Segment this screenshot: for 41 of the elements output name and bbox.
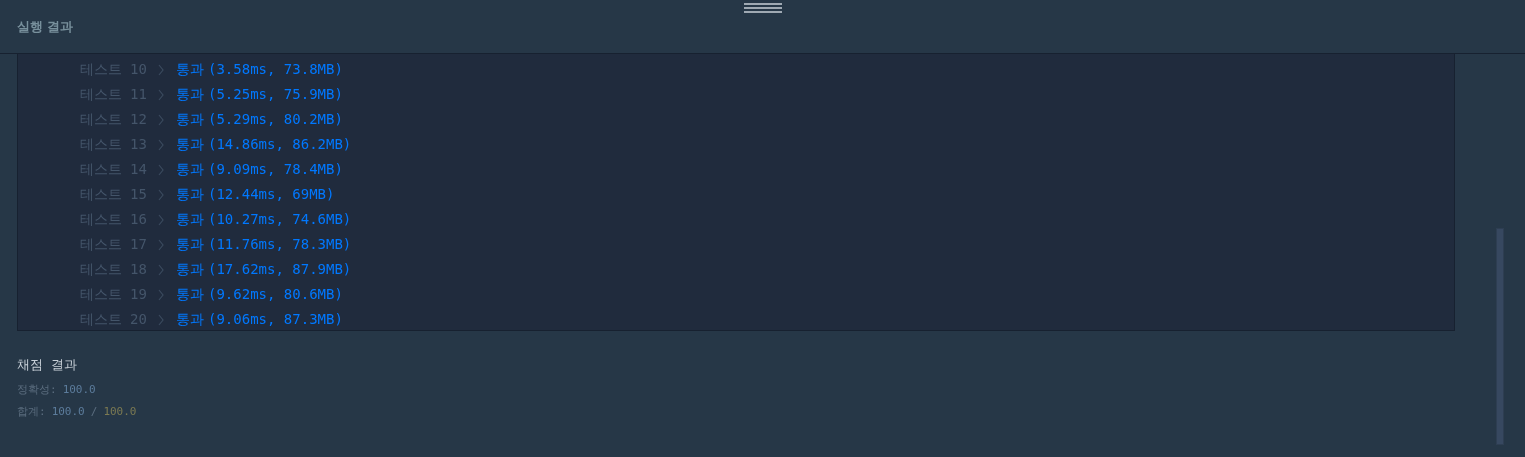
test-detail: (9.06ms, 87.3MB) xyxy=(208,310,343,329)
test-detail: (5.25ms, 75.9MB) xyxy=(208,85,343,104)
test-detail: (10.27ms, 74.6MB) xyxy=(208,210,352,229)
test-result: 통과 xyxy=(176,110,204,129)
chevron-icon xyxy=(158,113,164,126)
test-result: 통과 xyxy=(176,160,204,179)
test-result: 통과 xyxy=(176,135,204,154)
resize-handle-icon[interactable] xyxy=(744,3,782,13)
test-detail: (9.62ms, 80.6MB) xyxy=(208,285,343,304)
chevron-icon xyxy=(158,163,164,176)
test-detail: (14.86ms, 86.2MB) xyxy=(208,135,352,154)
test-result: 통과 xyxy=(176,60,204,79)
test-result: 통과 xyxy=(176,310,204,329)
chevron-icon xyxy=(158,138,164,151)
test-detail: (17.62ms, 87.9MB) xyxy=(208,260,352,279)
chevron-icon xyxy=(158,213,164,226)
chevron-icon xyxy=(158,263,164,276)
chevron-icon xyxy=(158,63,164,76)
chevron-icon xyxy=(158,313,164,326)
panel-title: 실행 결과 xyxy=(17,17,73,36)
test-result: 통과 xyxy=(176,85,204,104)
chevron-icon xyxy=(158,188,164,201)
test-detail: (9.09ms, 78.4MB) xyxy=(208,160,343,179)
accuracy-value: 100.0 xyxy=(62,381,96,398)
chevron-icon xyxy=(158,288,164,301)
test-detail: (5.29ms, 80.2MB) xyxy=(208,110,343,129)
test-detail: (11.76ms, 78.3MB) xyxy=(208,235,352,254)
test-detail: (12.44ms, 69MB) xyxy=(208,185,335,204)
chevron-icon xyxy=(158,238,164,251)
test-result: 통과 xyxy=(176,235,204,254)
grading-title: 채점 결과 xyxy=(17,356,78,374)
test-result: 통과 xyxy=(176,260,204,279)
scrollbar-thumb[interactable] xyxy=(1496,228,1504,445)
chevron-icon xyxy=(158,88,164,101)
total-max: 100.0 xyxy=(103,403,137,420)
test-result: 통과 xyxy=(176,185,204,204)
test-detail: (3.58ms, 73.8MB) xyxy=(208,60,343,79)
test-result: 통과 xyxy=(176,210,204,229)
test-result: 통과 xyxy=(176,285,204,304)
total-separator: / xyxy=(90,403,98,420)
total-score: 100.0 xyxy=(51,403,85,420)
